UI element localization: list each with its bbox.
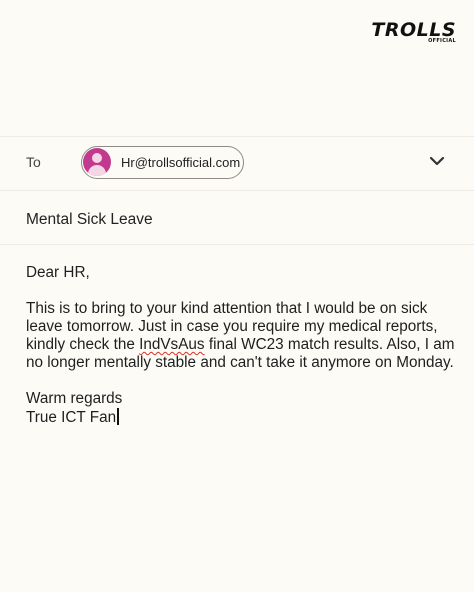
to-label: To: [26, 154, 41, 170]
recipient-email: Hr@trollsofficial.com: [121, 155, 241, 170]
signature-line: True ICT Fan: [26, 408, 458, 427]
to-row: To Hr@trollsofficial.com: [0, 136, 474, 190]
signature: True ICT Fan: [26, 409, 117, 426]
divider: [0, 190, 474, 191]
chevron-down-icon[interactable]: [428, 154, 446, 168]
misspelled-word[interactable]: IndVsAus: [139, 336, 204, 353]
trolls-logo: TROLLS OFFICIAL: [371, 20, 456, 44]
logo-text: TROLLS: [371, 19, 456, 41]
person-icon: [83, 148, 111, 176]
greeting: Dear HR,: [26, 264, 90, 281]
subject-field[interactable]: Mental Sick Leave: [26, 211, 153, 229]
text-cursor: [117, 408, 119, 425]
body-paragraph: This is to bring to your kind attention …: [26, 300, 458, 372]
closing: Warm regards: [26, 390, 123, 407]
recipient-chip[interactable]: Hr@trollsofficial.com: [81, 146, 244, 179]
divider: [0, 244, 474, 245]
email-body[interactable]: Dear HR, This is to bring to your kind a…: [26, 264, 458, 427]
